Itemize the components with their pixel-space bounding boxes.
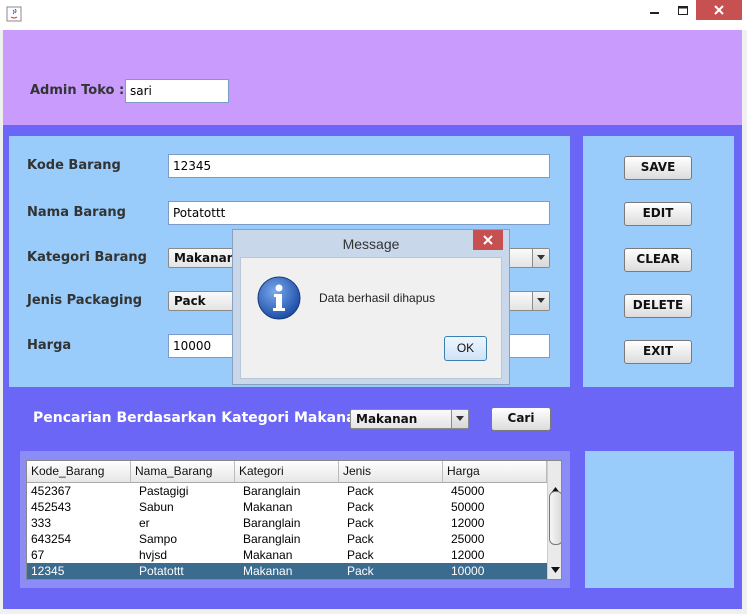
search-label: Pencarian Berdasarkan Kategori Makanan: [33, 410, 366, 426]
table-cell: 25000: [451, 532, 485, 546]
search-category-combo[interactable]: Makanan: [350, 409, 469, 429]
kode-barang-field[interactable]: 12345: [168, 154, 550, 178]
dialog-title: Message: [342, 236, 400, 252]
table-row[interactable]: 12345 Potatottt Makanan Pack 10000: [27, 563, 547, 579]
maximize-button[interactable]: [670, 0, 696, 22]
dialog-body: Data berhasil dihapus OK: [240, 257, 502, 379]
chevron-down-icon[interactable]: [532, 249, 549, 267]
table-cell: 452367: [31, 484, 72, 498]
table-cell: Baranglain: [243, 532, 301, 546]
barang-table[interactable]: Kode_Barang Nama_Barang Kategori Jenis Harga…: [26, 460, 562, 580]
clear-button[interactable]: CLEAR: [624, 248, 692, 272]
table-cell: er: [139, 516, 150, 530]
table-cell: Sampo: [139, 532, 178, 546]
table-cell: hvjsd: [139, 548, 168, 562]
vertical-scrollbar[interactable]: [547, 461, 561, 579]
admin-panel: [3, 30, 742, 125]
table-row[interactable]: 643254 Sampo Baranglain Pack 25000: [27, 531, 547, 547]
column-header[interactable]: Kategori: [235, 461, 339, 482]
search-category-value: Makanan: [356, 412, 418, 426]
table-cell: 10000: [451, 564, 485, 578]
scrollbar-thumb[interactable]: [549, 491, 561, 545]
table-row[interactable]: 333 er Baranglain Pack 12000: [27, 515, 547, 531]
harga-label: Harga: [27, 338, 72, 353]
info-icon: [257, 276, 301, 320]
nama-barang-field[interactable]: Potatottt: [168, 201, 550, 225]
table-cell: Makanan: [243, 548, 293, 562]
jenis-packaging-label: Jenis Packaging: [27, 293, 143, 308]
table-cell: 67: [31, 548, 45, 562]
side-panel: [585, 451, 734, 588]
minimize-button[interactable]: [640, 0, 670, 22]
table-cell: Makanan: [243, 500, 293, 514]
admin-field[interactable]: sari: [125, 79, 229, 103]
dialog-message: Data berhasil dihapus: [319, 291, 436, 305]
table-row[interactable]: 452367 Pastagigi Baranglain Pack 45000: [27, 483, 547, 499]
table-cell: 12000: [451, 516, 485, 530]
table-cell: Pack: [347, 564, 374, 578]
column-header[interactable]: Nama_Barang: [131, 461, 235, 482]
table-cell: Pack: [347, 516, 374, 530]
scroll-down-icon[interactable]: [551, 567, 560, 574]
table-cell: Potatottt: [139, 564, 184, 578]
admin-label: Admin Toko :: [30, 83, 125, 98]
kategori-barang-label: Kategori Barang: [27, 250, 147, 265]
exit-button[interactable]: EXIT: [624, 340, 692, 364]
table-cell: Sabun: [139, 500, 174, 514]
table-row[interactable]: 67 hvjsd Makanan Pack 12000: [27, 547, 547, 563]
table-cell: 50000: [451, 500, 485, 514]
table-cell: 12345: [31, 564, 65, 578]
search-button[interactable]: Cari: [491, 407, 551, 431]
chevron-down-icon[interactable]: [532, 292, 549, 310]
kode-barang-label: Kode Barang: [27, 158, 121, 173]
java-app-icon: [6, 6, 22, 22]
title-bar: [0, 0, 747, 30]
table-cell: 12000: [451, 548, 485, 562]
table-cell: 45000: [451, 484, 485, 498]
kategori-barang-value: Makanan: [174, 251, 236, 265]
delete-button[interactable]: DELETE: [624, 294, 692, 318]
column-header[interactable]: Jenis: [339, 461, 443, 482]
table-cell: 452543: [31, 500, 72, 514]
table-row[interactable]: 452543 Sabun Makanan Pack 50000: [27, 499, 547, 515]
ok-button[interactable]: OK: [444, 336, 487, 361]
table-cell: Baranglain: [243, 516, 301, 530]
table-cell: Makanan: [243, 564, 293, 578]
table-cell: Pack: [347, 484, 374, 498]
table-cell: Pack: [347, 532, 374, 546]
close-icon: [483, 235, 493, 245]
column-header[interactable]: Harga: [443, 461, 547, 482]
close-icon: [714, 5, 724, 15]
jenis-packaging-value: Pack: [174, 294, 206, 308]
table-cell: Baranglain: [243, 484, 301, 498]
table-cell: Pack: [347, 548, 374, 562]
table-cell: Pack: [347, 500, 374, 514]
table-cell: 643254: [31, 532, 72, 546]
dialog-close-button[interactable]: [473, 230, 503, 250]
table-header: Kode_Barang Nama_Barang Kategori Jenis Harga: [27, 461, 547, 483]
close-button[interactable]: [696, 0, 742, 20]
chevron-down-icon[interactable]: [451, 410, 468, 428]
message-dialog: Message Data berhasil dihapus OK: [232, 229, 510, 385]
maximize-icon: [678, 6, 688, 15]
minimize-icon: [650, 12, 659, 14]
nama-barang-label: Nama Barang: [27, 205, 126, 220]
save-button[interactable]: SAVE: [624, 156, 692, 180]
table-cell: 333: [31, 516, 52, 530]
edit-button[interactable]: EDIT: [624, 202, 692, 226]
table-cell: Pastagigi: [139, 484, 189, 498]
column-header[interactable]: Kode_Barang: [27, 461, 131, 482]
